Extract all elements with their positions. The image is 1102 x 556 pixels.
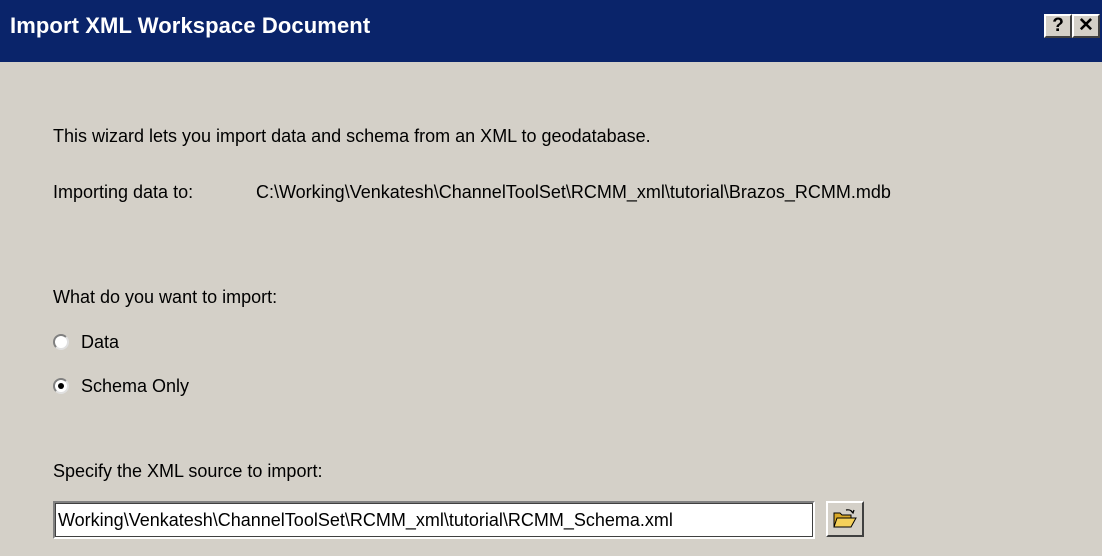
import-question: What do you want to import: <box>53 287 278 307</box>
intro-text: This wizard lets you import data and sch… <box>53 126 651 146</box>
destination-path: C:\Working\Venkatesh\ChannelToolSet\RCMM… <box>256 182 891 202</box>
close-icon: ✕ <box>1078 15 1094 36</box>
radio-data-label: Data <box>81 331 120 352</box>
xml-source-input[interactable] <box>53 501 815 539</box>
help-button[interactable]: ? <box>1044 14 1072 38</box>
radio-data[interactable]: Data <box>53 330 119 354</box>
browse-button[interactable] <box>826 501 864 537</box>
title-bar[interactable]: Import XML Workspace Document ? ✕ <box>0 0 1102 62</box>
radio-schema-only-label: Schema Only <box>81 375 190 396</box>
radio-schema-only[interactable]: Schema Only <box>53 374 189 398</box>
help-icon: ? <box>1052 15 1064 36</box>
destination-label: Importing data to: <box>53 182 194 202</box>
window-title: Import XML Workspace Document <box>10 13 371 38</box>
close-button[interactable]: ✕ <box>1072 14 1100 38</box>
radio-schema-only-button[interactable] <box>53 378 69 394</box>
source-label: Specify the XML source to import: <box>53 461 323 481</box>
radio-data-button[interactable] <box>53 334 69 350</box>
open-folder-icon <box>833 509 857 528</box>
import-xml-dialog: Import XML Workspace Document ? ✕ This w… <box>0 0 1102 556</box>
